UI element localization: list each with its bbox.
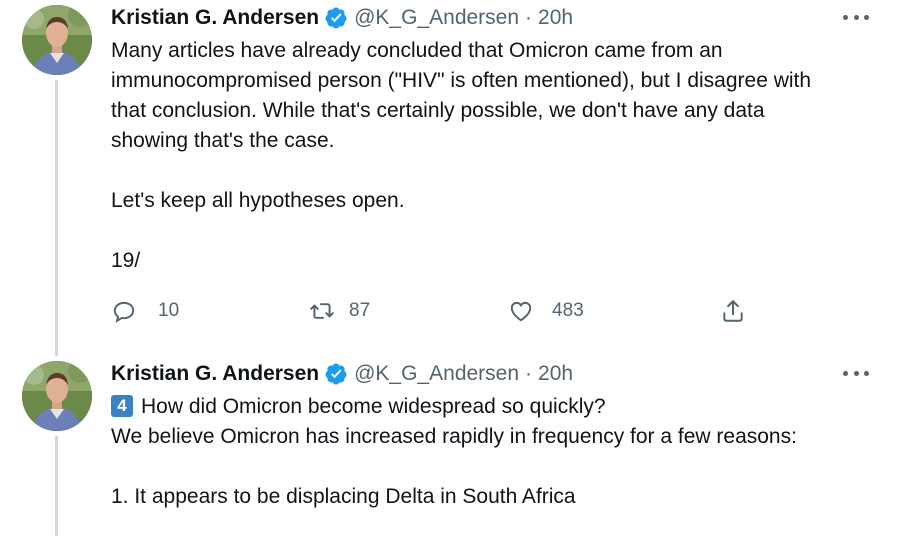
tweet-line-text: How did Omicron become widespread so qui… [141,395,606,418]
tweet-line: showing that's the case. [111,129,335,152]
author-handle[interactable]: @K_G_Andersen [354,360,519,388]
like-button[interactable]: 483 [508,294,584,328]
tweet-actions: 10 87 483 [111,294,751,328]
author-name[interactable]: Kristian G. Andersen [111,4,319,32]
like-icon [510,301,532,322]
tweet-line: immunocompromised person ("HIV" is often… [111,69,812,92]
tweet-line [111,216,881,246]
reply-count: 10 [158,300,180,321]
timestamp[interactable]: 20h [538,360,573,388]
tweet-line: that conclusion. While that's certainly … [111,99,765,122]
tweet-line: We believe Omicron has increased rapidly… [111,425,797,448]
thread-connector-line [55,80,58,356]
tweet-line [111,156,881,186]
tweet-line: Let's keep all hypotheses open. [111,189,405,212]
more-options-icon[interactable] [843,12,869,22]
tweet-line: 4 How did Omicron become widespread so qu… [111,392,881,422]
author-name[interactable]: Kristian G. Andersen [111,360,319,388]
keycap-number-badge: 4 [111,395,133,417]
author-handle[interactable]: @K_G_Andersen [354,4,519,32]
tweet-header: Kristian G. Andersen @K_G_Andersen · 20h [111,360,879,388]
tweet-line: Many articles have already concluded tha… [111,39,723,62]
retweet-icon [310,303,334,319]
like-count: 483 [552,300,584,321]
separator: · [525,6,533,29]
tweet-line: 1. It appears to be displacing Delta in … [111,485,576,508]
tweet[interactable]: Kristian G. Andersen @K_G_Andersen · 20h… [0,0,899,356]
tweet-text: Many articles have already concluded tha… [111,36,881,276]
avatar[interactable] [22,5,92,75]
timestamp[interactable]: 20h [538,4,573,32]
separator: · [525,362,533,385]
verified-badge-icon [324,6,348,30]
tweet-line: 19/ [111,249,141,272]
reply-button[interactable]: 10 [111,294,179,328]
thread-connector-line [55,436,58,536]
tweet[interactable]: Kristian G. Andersen @K_G_Andersen · 20h… [0,356,899,536]
avatar[interactable] [22,361,92,431]
tweet-header: Kristian G. Andersen @K_G_Andersen · 20h [111,4,879,32]
more-options-icon[interactable] [843,368,869,378]
reply-icon [113,301,135,323]
tweet-text: 4 How did Omicron become widespread so qu… [111,392,881,512]
tweet-line [111,452,881,482]
retweet-button[interactable]: 87 [309,294,370,328]
share-icon [723,300,743,322]
share-button[interactable] [720,294,746,328]
retweet-count: 87 [349,300,371,321]
verified-badge-icon [324,362,348,386]
